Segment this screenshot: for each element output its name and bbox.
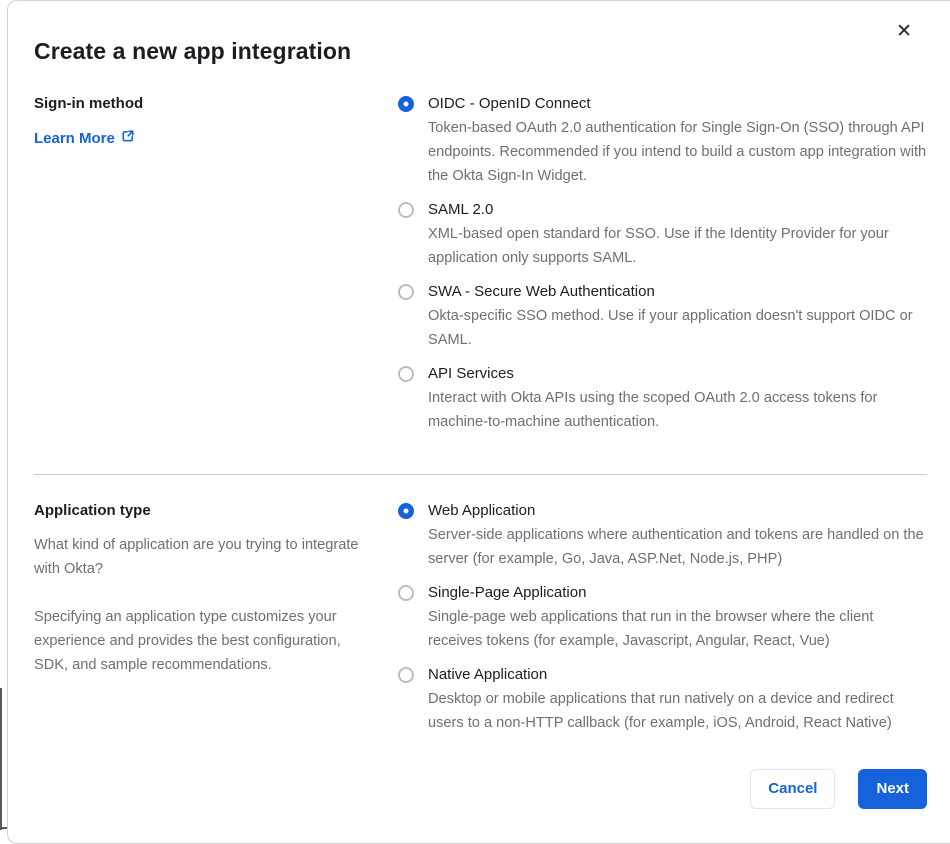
application-type-question: What kind of application are you trying … <box>34 537 359 577</box>
signin-method-options: OIDC - OpenID Connect Token-based OAuth … <box>398 92 927 434</box>
dialog-footer: Cancel Next <box>34 769 927 809</box>
next-button[interactable]: Next <box>858 769 927 809</box>
apptype-option-native[interactable]: Native Application Desktop or mobile app… <box>398 663 927 735</box>
cancel-button[interactable]: Cancel <box>750 769 836 809</box>
signin-option-oidc[interactable]: OIDC - OpenID Connect Token-based OAuth … <box>398 92 927 188</box>
application-type-left-column: Application type What kind of applicatio… <box>34 499 398 735</box>
signin-method-section: Sign-in method Learn More OIDC - OpenID … <box>34 92 927 434</box>
radio-swa[interactable] <box>398 284 414 300</box>
signin-option-saml-description: XML-based open standard for SSO. Use if … <box>428 226 889 266</box>
signin-option-swa[interactable]: SWA - Secure Web Authentication Okta-spe… <box>398 280 927 352</box>
signin-option-api-services[interactable]: API Services Interact with Okta APIs usi… <box>398 362 927 434</box>
radio-oidc[interactable] <box>398 96 414 112</box>
create-app-integration-dialog: ✕ Create a new app integration Sign-in m… <box>7 0 950 844</box>
close-icon[interactable]: ✕ <box>896 21 912 43</box>
signin-option-saml-label: SAML 2.0 <box>428 201 494 218</box>
signin-option-oidc-label: OIDC - OpenID Connect <box>428 95 591 112</box>
radio-single-page-application[interactable] <box>398 585 414 601</box>
application-type-section: Application type What kind of applicatio… <box>34 499 927 735</box>
signin-option-saml[interactable]: SAML 2.0 XML-based open standard for SSO… <box>398 198 927 270</box>
dialog-title: Create a new app integration <box>34 38 352 64</box>
signin-method-heading: Sign-in method <box>34 95 144 112</box>
signin-option-swa-label: SWA - Secure Web Authentication <box>428 283 655 300</box>
radio-web-application[interactable] <box>398 503 414 519</box>
apptype-option-spa[interactable]: Single-Page Application Single-page web … <box>398 581 927 653</box>
radio-saml[interactable] <box>398 202 414 218</box>
application-type-explanation: Specifying an application type customize… <box>34 609 341 673</box>
signin-option-oidc-description: Token-based OAuth 2.0 authentication for… <box>428 120 927 184</box>
learn-more-label: Learn More <box>34 129 115 147</box>
apptype-option-web-description: Server-side applications where authentic… <box>428 527 924 567</box>
apptype-option-web[interactable]: Web Application Server-side applications… <box>398 499 927 571</box>
apptype-option-spa-label: Single-Page Application <box>428 584 587 601</box>
learn-more-link[interactable]: Learn More <box>34 126 135 151</box>
apptype-option-web-label: Web Application <box>428 502 536 519</box>
application-type-options: Web Application Server-side applications… <box>398 499 927 735</box>
external-link-icon <box>121 127 135 151</box>
apptype-option-native-label: Native Application <box>428 666 548 683</box>
radio-native-application[interactable] <box>398 667 414 683</box>
dialog-content: Create a new app integration Sign-in met… <box>8 1 950 809</box>
signin-option-api-services-description: Interact with Okta APIs using the scoped… <box>428 390 878 430</box>
apptype-option-native-description: Desktop or mobile applications that run … <box>428 691 894 731</box>
apptype-option-spa-description: Single-page web applications that run in… <box>428 609 874 649</box>
signin-option-swa-description: Okta-specific SSO method. Use if your ap… <box>428 308 913 348</box>
radio-api-services[interactable] <box>398 366 414 382</box>
background-window-edge <box>0 688 2 830</box>
signin-option-api-services-label: API Services <box>428 365 514 382</box>
application-type-heading: Application type <box>34 502 151 519</box>
background-window-edge-corner <box>0 827 7 829</box>
signin-method-left-column: Sign-in method Learn More <box>34 92 398 434</box>
section-divider <box>34 474 927 475</box>
